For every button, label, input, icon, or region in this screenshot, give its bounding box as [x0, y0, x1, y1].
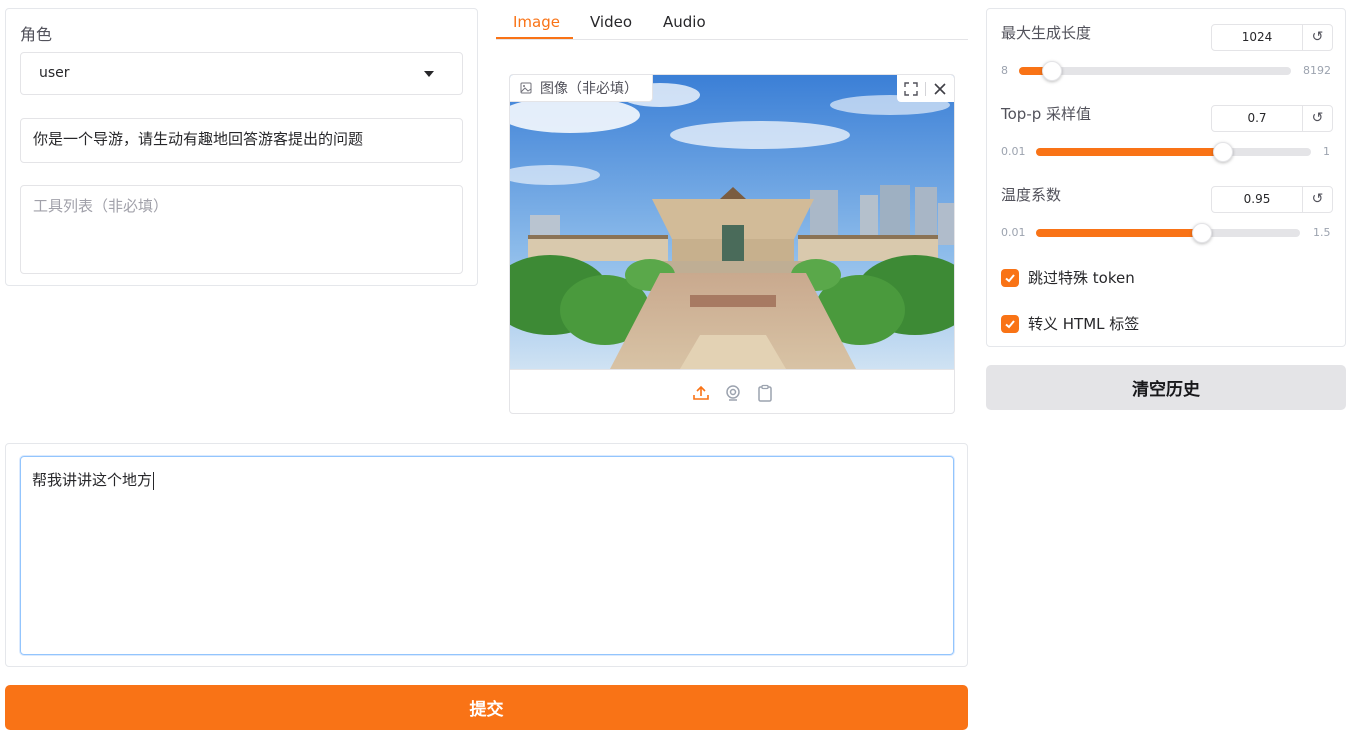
fullscreen-icon[interactable] — [903, 81, 919, 97]
top-p-label: Top-p 采样值 — [1001, 105, 1092, 123]
active-tab-indicator — [496, 37, 573, 39]
tab-image[interactable]: Image — [513, 13, 560, 31]
max-length-label: 最大生成长度 — [1001, 24, 1092, 42]
upload-icon[interactable] — [692, 384, 710, 402]
top-p-value[interactable]: 0.7 — [1212, 106, 1303, 131]
escape-html-option[interactable]: 转义 HTML 标签 — [1001, 313, 1139, 334]
system-prompt-text: 你是一个导游，请生动有趣地回答游客提出的问题 — [33, 130, 364, 148]
max-length-slider[interactable] — [1019, 61, 1291, 81]
checkbox-checked[interactable] — [1001, 268, 1019, 287]
prompt-input[interactable]: 帮我讲讲这个地方 — [20, 456, 954, 655]
top-p-slider[interactable] — [1036, 142, 1311, 162]
image-upload[interactable]: 图像（非必填） — [509, 74, 955, 414]
max-length-max: 8192 — [1303, 64, 1331, 77]
slider-thumb[interactable] — [1213, 142, 1233, 162]
parameters-panel: 最大生成长度 1024 ↺ 8 8192 Top-p 采样值 0.7 ↺ 0.0… — [986, 8, 1346, 347]
temperature-max: 1.5 — [1313, 226, 1331, 239]
clear-history-button[interactable]: 清空历史 — [986, 365, 1346, 410]
webcam-icon[interactable] — [724, 384, 742, 402]
submit-button[interactable]: 提交 — [5, 685, 968, 730]
reset-icon[interactable]: ↺ — [1303, 106, 1332, 131]
skip-special-token-option[interactable]: 跳过特殊 token — [1001, 267, 1135, 288]
slider-fill — [1036, 229, 1203, 237]
close-icon[interactable] — [932, 81, 948, 97]
slider-thumb[interactable] — [1041, 61, 1062, 81]
checkbox-checked[interactable] — [1001, 314, 1019, 333]
escape-html-label: 转义 HTML 标签 — [1028, 315, 1140, 333]
temperature-value[interactable]: 0.95 — [1212, 187, 1303, 212]
prompt-panel: 帮我讲讲这个地方 — [5, 443, 968, 667]
role-label: 角色 — [20, 25, 53, 44]
check-icon — [1005, 319, 1015, 328]
role-select[interactable]: user — [20, 52, 463, 95]
temperature-min: 0.01 — [1001, 226, 1026, 239]
top-p-max: 1 — [1323, 145, 1330, 158]
toolbar-divider — [925, 81, 926, 96]
image-label: 图像（非必填） — [510, 75, 653, 102]
tab-audio[interactable]: Audio — [663, 13, 706, 31]
top-p-min: 0.01 — [1001, 145, 1026, 158]
temperature-label: 温度系数 — [1001, 186, 1062, 204]
role-panel: 角色 user 你是一个导游，请生动有趣地回答游客提出的问题 工具列表（非必填） — [5, 8, 478, 286]
image-icon — [520, 82, 532, 94]
reset-icon[interactable]: ↺ — [1303, 187, 1332, 212]
max-length-value[interactable]: 1024 — [1212, 25, 1303, 50]
tools-field[interactable]: 工具列表（非必填） — [20, 185, 463, 274]
max-length-min: 8 — [1001, 64, 1008, 77]
top-p-number[interactable]: 0.7 ↺ — [1211, 105, 1333, 132]
slider-fill — [1036, 148, 1223, 156]
check-icon — [1005, 273, 1015, 282]
max-length-number[interactable]: 1024 ↺ — [1211, 24, 1333, 51]
skip-special-token-label: 跳过特殊 token — [1028, 269, 1135, 287]
image-source-bar — [510, 369, 954, 413]
museum-photo — [510, 75, 954, 369]
prompt-text: 帮我讲讲这个地方 — [32, 471, 153, 489]
text-cursor — [153, 471, 155, 490]
role-select-value: user — [39, 65, 70, 81]
reset-icon[interactable]: ↺ — [1303, 25, 1332, 50]
image-label-text: 图像（非必填） — [540, 81, 638, 97]
image-toolbar — [897, 75, 954, 102]
system-prompt-field[interactable]: 你是一个导游，请生动有趣地回答游客提出的问题 — [20, 118, 463, 163]
temperature-number[interactable]: 0.95 ↺ — [1211, 186, 1333, 213]
temperature-slider[interactable] — [1036, 223, 1300, 243]
tab-video[interactable]: Video — [590, 13, 632, 31]
slider-thumb[interactable] — [1192, 223, 1213, 243]
media-tabs: Image Video Audio — [496, 8, 968, 40]
tools-placeholder: 工具列表（非必填） — [33, 197, 169, 215]
clipboard-icon[interactable] — [756, 384, 774, 402]
chevron-down-icon — [424, 71, 434, 77]
